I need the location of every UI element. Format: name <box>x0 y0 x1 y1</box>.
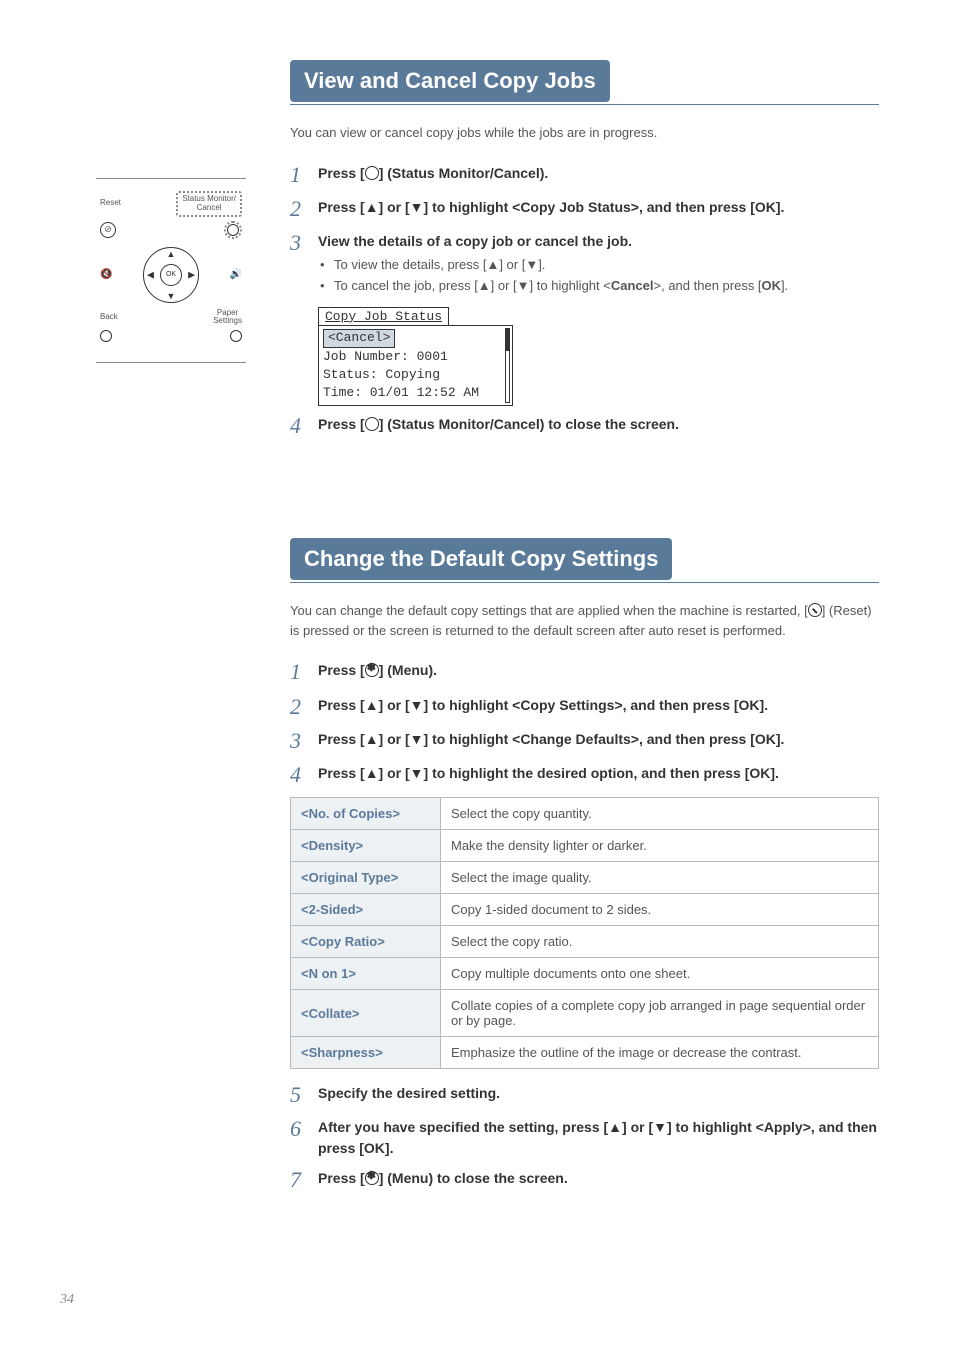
lcd-scrollbar <box>505 328 510 403</box>
option-description: Select the copy quantity. <box>441 798 879 830</box>
sec2-step1-text: Press [] (Menu). <box>318 660 879 680</box>
sec2-step3-text: Press [▲] or [▼] to highlight <Change De… <box>318 729 879 749</box>
step-number: 1 <box>290 660 318 684</box>
lcd-line: Status: Copying <box>323 366 508 384</box>
lcd-display: Copy Job Status <Cancel> Job Number: 000… <box>318 307 518 406</box>
illus-down-icon: ▼ <box>167 291 176 301</box>
option-description: Select the copy ratio. <box>441 926 879 958</box>
status-monitor-icon <box>365 166 379 180</box>
lcd-line: Job Number: 0001 <box>323 348 508 366</box>
table-row: <N on 1>Copy multiple documents onto one… <box>291 958 879 990</box>
illus-paper-label: Paper Settings <box>213 309 242 327</box>
section-title-view-cancel: View and Cancel Copy Jobs <box>290 60 610 102</box>
table-row: <Density>Make the density lighter or dar… <box>291 830 879 862</box>
sec2-step2-text: Press [▲] or [▼] to highlight <Copy Sett… <box>318 695 879 715</box>
step-number: 2 <box>290 197 318 221</box>
table-row: <Original Type>Select the image quality. <box>291 862 879 894</box>
step-number: 6 <box>290 1117 318 1141</box>
illus-paper-button <box>230 330 242 342</box>
illus-back-label: Back <box>100 313 118 322</box>
lcd-line: Time: 01/01 12:52 AM <box>323 384 508 402</box>
option-description: Copy 1-sided document to 2 sides. <box>441 894 879 926</box>
option-label: <Sharpness> <box>291 1037 441 1069</box>
illus-right-icon: ▶ <box>188 269 195 280</box>
table-row: <Copy Ratio>Select the copy ratio. <box>291 926 879 958</box>
illus-reset-label: Reset <box>100 199 121 208</box>
sec2-step7-text: Press [] (Menu) to close the screen. <box>318 1168 879 1188</box>
option-label: <2-Sided> <box>291 894 441 926</box>
step2-text: Press [▲] or [▼] to highlight <Copy Job … <box>318 197 879 217</box>
illus-status-label: Status Monitor/ Cancel <box>176 191 242 217</box>
option-description: Emphasize the outline of the image or de… <box>441 1037 879 1069</box>
step3-text: View the details of a copy job or cancel… <box>318 231 879 297</box>
illus-reset-button: ⊘ <box>100 222 116 238</box>
sec2-step4-text: Press [▲] or [▼] to highlight the desire… <box>318 763 879 783</box>
option-label: <No. of Copies> <box>291 798 441 830</box>
step-number: 4 <box>290 763 318 787</box>
step-number: 3 <box>290 729 318 753</box>
option-label: <N on 1> <box>291 958 441 990</box>
step-number: 2 <box>290 695 318 719</box>
menu-icon <box>365 663 379 677</box>
table-row: <No. of Copies>Select the copy quantity. <box>291 798 879 830</box>
illus-left-icon: ◀ <box>147 269 154 280</box>
section1-intro: You can view or cancel copy jobs while t… <box>290 123 879 143</box>
sec2-step5-text: Specify the desired setting. <box>318 1083 879 1103</box>
table-row: <2-Sided>Copy 1-sided document to 2 side… <box>291 894 879 926</box>
reset-icon <box>808 603 822 617</box>
illus-ok-button: OK <box>160 264 182 286</box>
illus-status-button <box>224 221 242 239</box>
section-title-change-defaults: Change the Default Copy Settings <box>290 538 672 580</box>
illus-back-button <box>100 330 112 342</box>
lcd-title: Copy Job Status <box>318 307 449 325</box>
menu-icon <box>365 1171 379 1185</box>
option-label: <Density> <box>291 830 441 862</box>
option-description: Collate copies of a complete copy job ar… <box>441 990 879 1037</box>
option-label: <Collate> <box>291 990 441 1037</box>
device-control-panel-illustration: Reset Status Monitor/ Cancel ⊘ 🔇 ▲ ▼ ◀ ▶… <box>96 178 246 363</box>
option-description: Select the image quality. <box>441 862 879 894</box>
step-number: 5 <box>290 1083 318 1107</box>
illus-speaker-right-icon: 🔊 <box>230 269 242 280</box>
section2-intro: You can change the default copy settings… <box>290 601 879 640</box>
table-row: <Sharpness>Emphasize the outline of the … <box>291 1037 879 1069</box>
table-row: <Collate>Collate copies of a complete co… <box>291 990 879 1037</box>
step1-text: Press [] (Status Monitor/Cancel). <box>318 163 879 183</box>
step4-text: Press [] (Status Monitor/Cancel) to clos… <box>318 414 879 434</box>
status-monitor-icon <box>365 417 379 431</box>
step-number: 4 <box>290 414 318 438</box>
step-number: 1 <box>290 163 318 187</box>
illus-speaker-left-icon: 🔇 <box>100 269 112 280</box>
sec2-step6-text: After you have specified the setting, pr… <box>318 1117 879 1158</box>
step-number: 7 <box>290 1168 318 1192</box>
illus-up-icon: ▲ <box>167 249 176 259</box>
option-label: <Original Type> <box>291 862 441 894</box>
page-number: 34 <box>60 1292 74 1308</box>
step3-bullet1: To view the details, press [▲] or [▼]. <box>320 255 879 276</box>
options-table: <No. of Copies>Select the copy quantity.… <box>290 797 879 1069</box>
lcd-selected-item: <Cancel> <box>323 329 395 348</box>
illus-nav-circle: ▲ ▼ ◀ ▶ OK <box>143 247 199 303</box>
step-number: 3 <box>290 231 318 255</box>
step3-bullet2: To cancel the job, press [▲] or [▼] to h… <box>320 276 879 297</box>
option-label: <Copy Ratio> <box>291 926 441 958</box>
option-description: Copy multiple documents onto one sheet. <box>441 958 879 990</box>
option-description: Make the density lighter or darker. <box>441 830 879 862</box>
